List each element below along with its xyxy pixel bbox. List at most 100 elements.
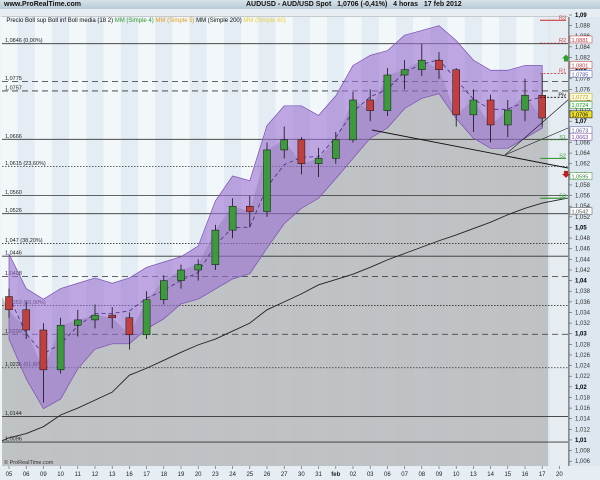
y-tick-label: 1,026 <box>575 353 591 359</box>
legend-ma200: MM (Simple 200) <box>196 18 244 24</box>
x-tick-label: 24 <box>229 472 236 478</box>
pivot-label-s3: S3 <box>559 193 566 199</box>
candle-body <box>246 205 254 212</box>
y-tick-label: 1,09 <box>575 13 587 19</box>
candle-body <box>418 59 426 70</box>
y-tick-label: 1,088 <box>575 24 591 30</box>
y-tick-label: 1,07 <box>575 119 587 125</box>
candle-body <box>400 69 409 76</box>
legend-ma4: MM (Simple 4) <box>114 18 156 24</box>
y-tick-label: 1,012 <box>575 427 591 433</box>
y-tick-label: 1,036 <box>575 300 591 306</box>
x-tick-label: 09 <box>40 472 47 478</box>
candle-body <box>366 99 374 111</box>
future-zone <box>548 17 568 466</box>
level-label: 1,0560 <box>5 190 22 196</box>
x-tick-label: 15 <box>504 472 511 478</box>
x-tick-label: 30 <box>298 472 305 478</box>
candle-body <box>521 94 529 111</box>
y-tick-label: 1,028 <box>575 342 591 348</box>
x-tick-label: 06 <box>384 472 391 478</box>
x-tick-label: 13 <box>109 472 116 478</box>
candle-body <box>177 269 185 281</box>
x-tick-label: 08 <box>418 472 425 478</box>
y-tick-label: 1,046 <box>575 247 591 253</box>
x-tick-label: 09 <box>436 472 443 478</box>
pivot-label-s2: S2 <box>559 153 566 159</box>
x-tick-label: 23 <box>212 472 219 478</box>
level-label: 1,0615 (23,60%) <box>5 161 46 167</box>
x-tick-label: 16 <box>126 472 133 478</box>
y-tick-label: 1,008 <box>575 449 591 455</box>
indicator-legend: Precio Boll sup Boll inf Boll media (18 … <box>3 9 285 25</box>
price-chart[interactable]: 1,0846 (0,00%) 1,0775 1,0757 1,0666 1,0615 (… <box>0 0 600 480</box>
price-tag-label: 1,0542 <box>572 209 589 215</box>
candle-body <box>22 309 30 331</box>
y-tick-label: 1,044 <box>575 257 591 263</box>
y-tick-label: 1,066 <box>575 140 591 146</box>
candle-body <box>280 139 288 151</box>
pivot-label-s1: S1 <box>559 135 566 141</box>
x-tick-label: 17 <box>539 472 546 478</box>
y-tick-label: 1,076 <box>575 87 591 93</box>
y-tick-label: 1,034 <box>575 310 591 316</box>
price-tag-label: 1,0706 <box>572 113 589 119</box>
y-tick-label: 1,056 <box>575 194 591 200</box>
candle-body <box>504 109 512 126</box>
candle-body <box>74 319 82 326</box>
price-tag-label: 1,0785 <box>572 72 589 78</box>
candle-body <box>332 139 340 159</box>
x-tick-label: feb <box>331 472 340 478</box>
pivot-label-r3: R3 <box>559 15 566 21</box>
pivot-label-r1: R1 <box>559 68 566 74</box>
y-tick-label: 1,042 <box>575 268 591 274</box>
candle-body <box>160 280 168 300</box>
x-tick-label: 14 <box>487 472 494 478</box>
y-tick-label: 1,03 <box>575 332 587 338</box>
x-tick-label: 31 <box>315 472 322 478</box>
candle-body <box>263 149 271 212</box>
y-tick-label: 1,014 <box>575 417 591 423</box>
level-label: 1,0096 <box>5 437 22 443</box>
x-tick-label: 10 <box>453 472 460 478</box>
candle-body <box>435 59 443 70</box>
candle-body <box>5 296 13 311</box>
pivot-label-piv: Piv <box>558 92 566 98</box>
price-tag-label: 1,0881 <box>572 38 589 44</box>
y-tick-label: 1,058 <box>575 183 591 189</box>
candle-body <box>125 317 134 336</box>
y-tick-label: 1,032 <box>575 321 591 327</box>
candle-body <box>108 314 116 319</box>
watermark: © ProRealTime.com <box>4 459 54 466</box>
y-tick-label: 1,05 <box>575 225 587 231</box>
x-tick-label: 12 <box>92 472 99 478</box>
x-tick-label: 03 <box>367 472 374 478</box>
legend-price-bollinger: Precio Boll sup Boll inf Boll media (18 … <box>6 18 115 24</box>
price-tag-label: 1,0772 <box>572 95 589 101</box>
y-tick-label: 1,062 <box>575 162 591 168</box>
x-tick-label: 02 <box>350 472 357 478</box>
level-label: 1,0775 <box>5 76 22 82</box>
candle-body <box>383 74 392 111</box>
candle-body <box>452 69 460 116</box>
price-tag-label: 1,0801 <box>572 63 589 69</box>
y-tick-label: 1,024 <box>575 364 591 370</box>
y-tick-label: 1,064 <box>575 151 591 157</box>
y-tick-label: 1,082 <box>575 55 591 61</box>
legend-ma5: MM (Simple 5) <box>155 18 197 24</box>
x-tick-label: 20 <box>195 472 202 478</box>
candle-body <box>194 264 202 271</box>
y-tick-label: 1,016 <box>575 406 591 412</box>
y-tick-label: 1,022 <box>575 374 591 380</box>
x-tick-label: 26 <box>264 472 271 478</box>
candle-body <box>538 94 546 119</box>
candle-body <box>91 314 99 321</box>
x-tick-label: 19 <box>178 472 185 478</box>
level-label: 1,0446 <box>5 251 22 257</box>
candle-body <box>142 299 151 336</box>
candle-body <box>349 99 357 141</box>
candle-body <box>314 158 323 164</box>
y-tick-label: 1,018 <box>575 395 591 401</box>
y-tick-label: 1,052 <box>575 215 591 221</box>
y-tick-label: 1,04 <box>575 279 587 285</box>
